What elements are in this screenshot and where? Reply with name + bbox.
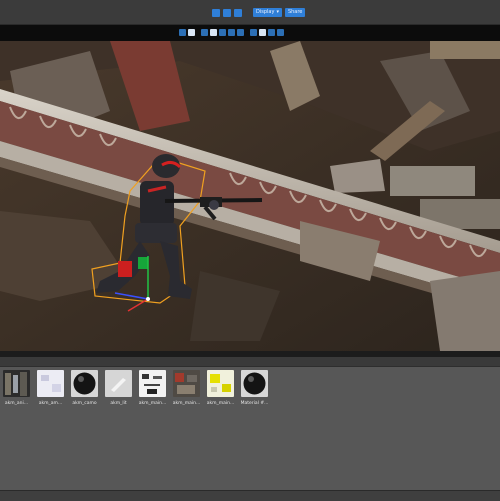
texture-thumbnail-icon	[3, 370, 30, 397]
asset-item[interactable]: akm_main...	[139, 370, 166, 406]
asset-label: akm_lit	[110, 401, 127, 406]
3d-viewport[interactable]	[0, 41, 500, 351]
scene-render	[0, 41, 500, 351]
asset-item[interactable]: Material #...	[241, 370, 268, 406]
panel-footer	[0, 490, 500, 501]
material-sphere-icon	[71, 370, 98, 397]
select-icon[interactable]	[201, 29, 208, 36]
image-icon[interactable]	[268, 29, 275, 36]
asset-item[interactable]: akm_main...	[207, 370, 234, 406]
asset-item[interactable]: akm_am...	[37, 370, 64, 406]
asset-panel-header	[0, 357, 500, 367]
gizmo-icon[interactable]	[179, 29, 186, 36]
texture-thumbnail-icon	[37, 370, 64, 397]
refresh-icon[interactable]	[250, 29, 257, 36]
app-topbar: Display ▾ Share	[0, 0, 500, 25]
asset-item[interactable]: akm_main...	[173, 370, 200, 406]
texture-thumbnail-icon	[139, 370, 166, 397]
grid-icon[interactable]	[223, 8, 231, 17]
chevron-down-icon: ▾	[276, 9, 279, 15]
texture-thumbnail-icon	[105, 370, 132, 397]
asset-label: akm_camo	[72, 401, 97, 406]
asset-item[interactable]: akm_ani...	[3, 370, 30, 406]
record-icon[interactable]	[277, 29, 284, 36]
asset-item[interactable]: akm_camo	[71, 370, 98, 406]
eye-icon[interactable]	[188, 29, 195, 36]
top-toolbar: Display ▾ Share	[212, 8, 306, 17]
material-sphere-icon	[241, 370, 268, 397]
asset-label: akm_ani...	[4, 401, 29, 406]
asset-label: akm_main...	[172, 401, 201, 406]
texture-thumbnail-icon	[173, 370, 200, 397]
asset-label: akm_main...	[206, 401, 235, 406]
asset-label: Material #...	[240, 401, 269, 406]
lock-icon[interactable]	[219, 29, 226, 36]
frame-icon[interactable]	[228, 29, 235, 36]
light-icon[interactable]	[237, 29, 244, 36]
asset-list: akm_ani... akm_am... akm_camo akm_lit ak…	[3, 370, 268, 406]
display-dropdown-label: Display	[256, 9, 275, 15]
share-button[interactable]: Share	[284, 8, 306, 17]
asset-label: akm_main...	[138, 401, 167, 406]
display-dropdown[interactable]: Display ▾	[253, 8, 282, 17]
texture-thumbnail-icon	[207, 370, 234, 397]
asset-label: akm_am...	[38, 401, 63, 406]
square-icon[interactable]	[212, 8, 220, 17]
layers-icon[interactable]	[259, 29, 266, 36]
rotate-icon[interactable]	[210, 29, 217, 36]
asset-item[interactable]: akm_lit	[105, 370, 132, 406]
viewport-toolbar	[0, 25, 500, 41]
camera-icon[interactable]	[234, 8, 242, 17]
